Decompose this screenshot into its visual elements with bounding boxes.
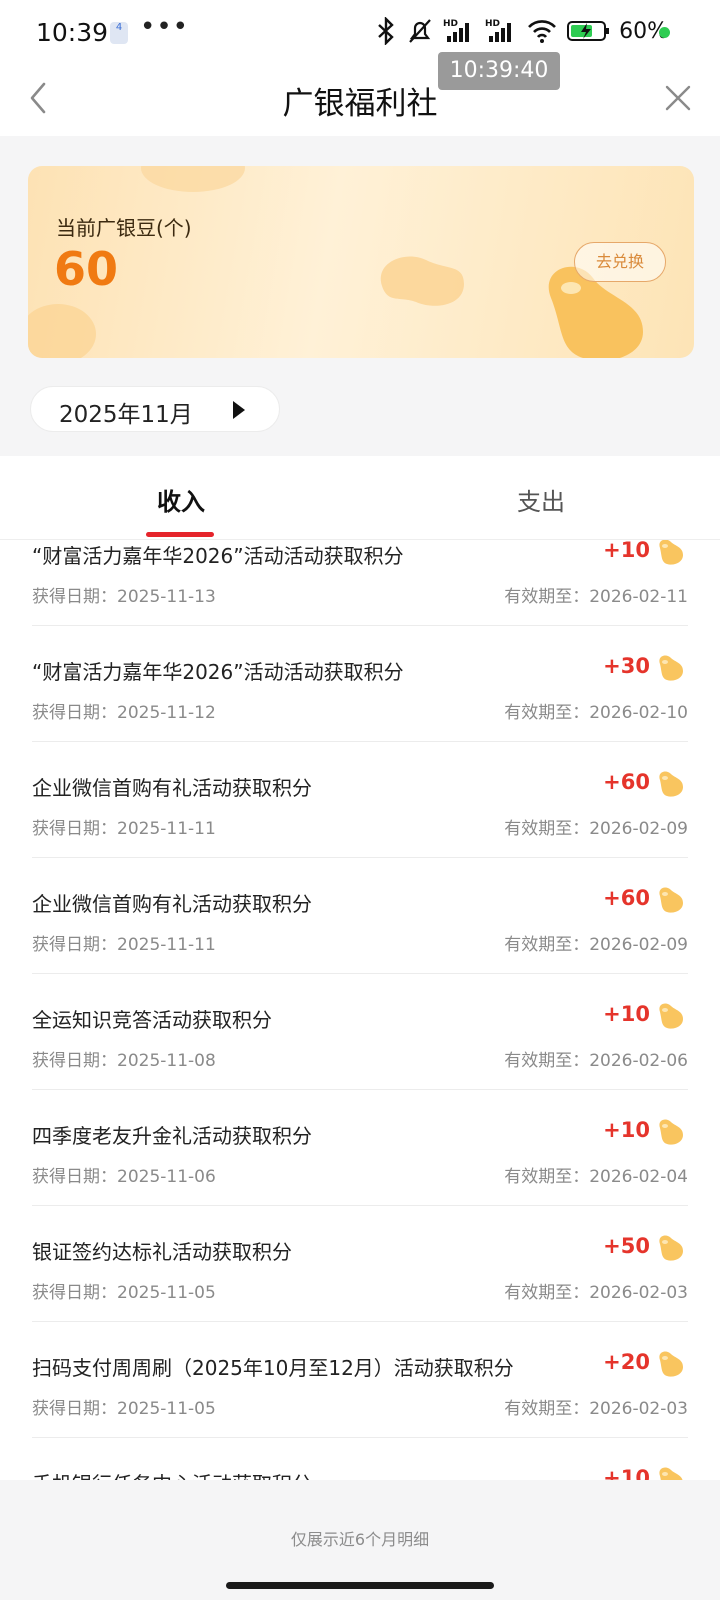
record-points: +60 xyxy=(603,886,650,910)
tab-income[interactable]: 收入 xyxy=(157,482,205,517)
record-expire: 有效期至：2026-02-11 xyxy=(504,587,688,607)
record-points: +10 xyxy=(603,1118,650,1142)
list-item: 四季度老友升金礼活动获取积分 +10 获得日期：2025-11-06 有效期至：202… xyxy=(32,1090,688,1206)
balance-value: 60 xyxy=(54,242,119,296)
record-date: 获得日期：2025-11-05 xyxy=(32,1399,216,1419)
record-date: 获得日期：2025-11-06 xyxy=(32,1167,216,1187)
bean-icon xyxy=(654,768,686,800)
record-points: +20 xyxy=(603,1350,650,1374)
record-expire: 有效期至：2026-02-03 xyxy=(504,1399,688,1419)
notification-badge-icon: 4 xyxy=(110,22,128,44)
mute-bell-icon xyxy=(409,19,431,43)
record-title: 全运知识竞答活动获取积分 xyxy=(32,1008,272,1032)
battery-charging-icon xyxy=(567,21,610,41)
record-title: 四季度老友升金礼活动获取积分 xyxy=(32,1124,312,1148)
footer: 仅展示近6个月明细 xyxy=(0,1480,720,1600)
balance-label: 当前广银豆(个) xyxy=(56,216,192,240)
record-date: 获得日期：2025-11-11 xyxy=(32,819,216,839)
list-item: 扫码支付周周刷（2025年10月至12月）活动获取积分 +20 获得日期：2025-… xyxy=(32,1322,688,1438)
bean-icon xyxy=(654,652,686,684)
record-expire: 有效期至：2026-02-09 xyxy=(504,819,688,839)
bean-icon xyxy=(654,1116,686,1148)
records-list[interactable]: “财富活力嘉年华2026”活动活动获取积分 +10 获得日期：2025-11-13 有… xyxy=(0,540,720,1480)
record-date: 获得日期：2025-11-12 xyxy=(32,703,216,723)
bluetooth-icon xyxy=(378,17,394,45)
record-title: 扫码支付周周刷（2025年10月至12月）活动获取积分 xyxy=(32,1356,514,1380)
bean-icon xyxy=(654,1000,686,1032)
footer-note: 仅展示近6个月明细 xyxy=(290,1530,430,1549)
list-item: 手机银行任务中心活动获取积分 +10 xyxy=(32,1438,688,1480)
svg-text:HD: HD xyxy=(485,19,500,29)
record-title: “财富活力嘉年华2026”活动活动获取积分 xyxy=(32,660,404,684)
list-item: 银证签约达标礼活动获取积分 +50 获得日期：2025-11-05 有效期至：2026… xyxy=(32,1206,688,1322)
active-tab-indicator xyxy=(146,532,214,537)
record-title: 银证签约达标礼活动获取积分 xyxy=(32,1240,292,1264)
home-indicator[interactable] xyxy=(226,1582,494,1589)
record-title: 手机银行任务中心活动获取积分 xyxy=(32,1468,312,1480)
month-label: 2025年11月 xyxy=(59,402,193,428)
bean-decoration-icon xyxy=(28,304,96,358)
list-item: 全运知识竞答活动获取积分 +10 获得日期：2025-11-08 有效期至：2026-… xyxy=(32,974,688,1090)
privacy-indicator-dot xyxy=(659,27,670,38)
caret-right-icon xyxy=(233,401,245,419)
summary-area: 当前广银豆(个) 60 去兑换 2025年11月 xyxy=(0,136,720,456)
record-expire: 有效期至：2026-02-06 xyxy=(504,1051,688,1071)
record-expire: 有效期至：2026-02-09 xyxy=(504,935,688,955)
list-item: 企业微信首购有礼活动获取积分 +60 获得日期：2025-11-11 有效期至：202… xyxy=(32,742,688,858)
close-button[interactable] xyxy=(660,80,696,116)
balance-card: 当前广银豆(个) 60 去兑换 xyxy=(28,166,694,358)
bean-decoration-icon xyxy=(141,166,245,192)
signal-hd-2-icon: HD xyxy=(485,19,512,42)
record-expire: 有效期至：2026-02-04 xyxy=(504,1167,688,1187)
record-title: 企业微信首购有礼活动获取积分 xyxy=(32,776,312,800)
record-date: 获得日期：2025-11-05 xyxy=(32,1283,216,1303)
bean-icon xyxy=(654,1232,686,1264)
record-expire: 有效期至：2026-02-03 xyxy=(504,1283,688,1303)
svg-text:HD: HD xyxy=(443,19,458,29)
status-time: 10:39 xyxy=(36,18,109,47)
record-points: +10 xyxy=(603,1002,650,1026)
tab-expense[interactable]: 支出 xyxy=(517,482,565,517)
record-points: +60 xyxy=(603,770,650,794)
record-points: +30 xyxy=(603,654,650,678)
wifi-icon xyxy=(528,20,557,43)
record-date: 获得日期：2025-11-13 xyxy=(32,587,216,607)
list-item: “财富活力嘉年华2026”活动活动获取积分 +30 获得日期：2025-11-12 有… xyxy=(32,626,688,742)
record-title: 企业微信首购有礼活动获取积分 xyxy=(32,892,312,916)
record-title: “财富活力嘉年华2026”活动活动获取积分 xyxy=(32,544,404,568)
signal-hd-1-icon: HD xyxy=(443,19,470,42)
status-bar: 10:39 4 ••• HD HD 60% xyxy=(0,0,720,66)
page-title: 广银福利社 xyxy=(282,86,438,122)
bean-icon xyxy=(654,884,686,916)
list-item: “财富活力嘉年华2026”活动活动获取积分 +10 获得日期：2025-11-13 有… xyxy=(32,540,688,626)
record-date: 获得日期：2025-11-11 xyxy=(32,935,216,955)
bean-icon xyxy=(654,1464,686,1480)
exchange-button[interactable]: 去兑换 xyxy=(574,242,666,282)
record-points: +10 xyxy=(603,540,650,562)
bean-icon xyxy=(654,540,686,568)
record-date: 获得日期：2025-11-08 xyxy=(32,1051,216,1071)
more-notifications-icon: ••• xyxy=(140,12,190,42)
list-item: 企业微信首购有礼活动获取积分 +60 获得日期：2025-11-11 有效期至：202… xyxy=(32,858,688,974)
timestamp-overlay: 10:39:40 xyxy=(438,52,560,90)
record-expire: 有效期至：2026-02-10 xyxy=(504,703,688,723)
status-icons: HD HD 60% xyxy=(375,17,668,45)
bean-icon xyxy=(654,1348,686,1380)
records-list-inner: “财富活力嘉年华2026”活动活动获取积分 +10 获得日期：2025-11-13 有… xyxy=(0,540,720,1480)
month-selector[interactable]: 2025年11月 xyxy=(30,386,280,432)
nav-header: 广银福利社 xyxy=(0,66,720,136)
tab-bar: 收入 支出 xyxy=(0,456,720,540)
bean-decoration-icon xyxy=(380,256,464,306)
record-points: +50 xyxy=(603,1234,650,1258)
record-points: +10 xyxy=(603,1466,650,1480)
